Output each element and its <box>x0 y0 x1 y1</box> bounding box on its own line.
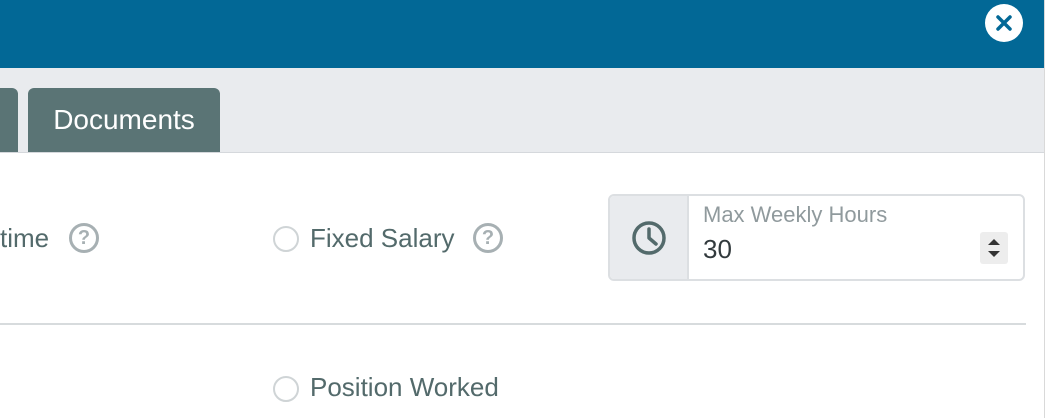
hours-addon <box>610 196 689 279</box>
overtime-help-icon[interactable]: ? <box>69 223 99 253</box>
max-weekly-hours-label: Max Weekly Hours <box>703 202 888 227</box>
tab-documents[interactable]: Documents <box>28 88 220 152</box>
fixed-salary-radio[interactable] <box>273 226 299 252</box>
tab-bar: Documents <box>0 68 1048 153</box>
stepper-arrows-icon <box>988 239 1000 257</box>
modal-header <box>0 0 1048 68</box>
position-worked-radio[interactable] <box>273 376 299 402</box>
position-worked-label: Position Worked <box>310 372 499 402</box>
close-icon <box>996 15 1012 31</box>
hours-stepper[interactable] <box>980 232 1008 264</box>
modal-right-edge <box>1044 0 1048 418</box>
tab-previous[interactable] <box>0 88 18 152</box>
max-weekly-hours-input[interactable]: 30 <box>703 234 732 265</box>
fixed-salary-label: Fixed Salary <box>310 223 455 253</box>
close-button[interactable] <box>985 4 1023 42</box>
fixed-salary-help-icon[interactable]: ? <box>473 223 503 253</box>
overtime-label: time <box>0 223 50 253</box>
section-divider <box>0 323 1026 325</box>
max-weekly-hours-field[interactable]: Max Weekly Hours 30 <box>608 194 1025 281</box>
clock-icon <box>631 220 666 255</box>
